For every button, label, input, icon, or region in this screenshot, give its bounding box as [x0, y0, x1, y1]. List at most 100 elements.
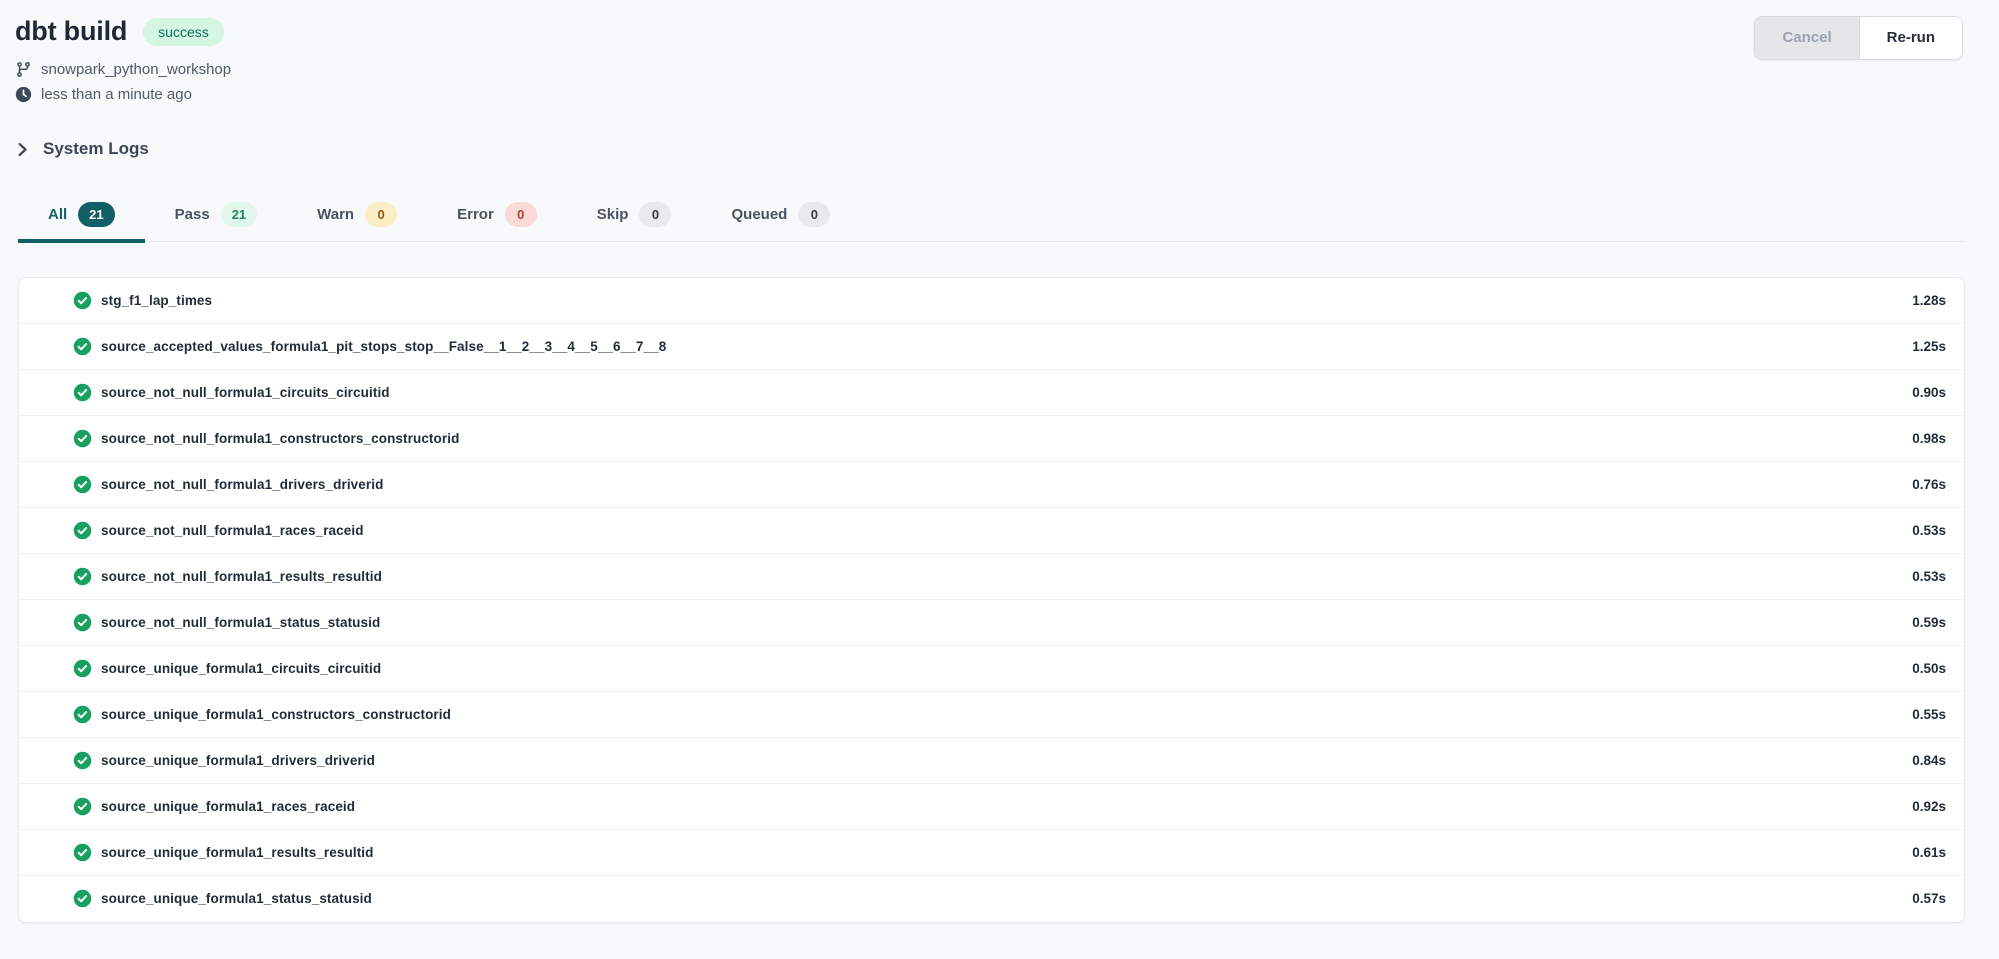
result-row[interactable]: source_unique_formula1_circuits_circuiti…	[19, 646, 1964, 692]
tab-label: Warn	[317, 206, 354, 223]
check-circle-icon	[73, 291, 92, 310]
tab-label: All	[48, 206, 67, 223]
expand-chevron-icon[interactable]	[33, 660, 49, 676]
page-title: dbt build	[15, 16, 127, 47]
result-duration: 0.76s	[1912, 477, 1946, 492]
check-circle-icon	[73, 567, 92, 586]
status-tab[interactable]: Pass 21	[145, 192, 288, 243]
result-row[interactable]: source_unique_formula1_drivers_driverid …	[19, 738, 1964, 784]
system-logs-label: System Logs	[43, 139, 149, 159]
check-circle-icon	[73, 889, 92, 908]
result-row[interactable]: source_not_null_formula1_status_statusid…	[19, 600, 1964, 646]
expand-chevron-icon[interactable]	[33, 798, 49, 814]
result-row[interactable]: source_not_null_formula1_circuits_circui…	[19, 370, 1964, 416]
status-tab[interactable]: Queued 0	[701, 192, 860, 243]
expand-chevron-icon[interactable]	[33, 706, 49, 722]
expand-chevron-icon[interactable]	[33, 614, 49, 630]
result-duration: 0.92s	[1912, 799, 1946, 814]
expand-chevron-icon[interactable]	[33, 522, 49, 538]
status-tab[interactable]: All 21	[18, 192, 145, 243]
result-row[interactable]: source_unique_formula1_results_resultid …	[19, 830, 1964, 876]
result-row[interactable]: stg_f1_lap_times 1.28s	[19, 278, 1964, 324]
result-name: source_accepted_values_formula1_pit_stop…	[101, 339, 666, 354]
result-duration: 0.50s	[1912, 661, 1946, 676]
result-row[interactable]: source_not_null_formula1_drivers_driveri…	[19, 462, 1964, 508]
result-name: source_not_null_formula1_circuits_circui…	[101, 385, 390, 400]
status-tab[interactable]: Warn 0	[287, 192, 427, 243]
tab-label: Skip	[597, 206, 629, 223]
result-name: source_unique_formula1_circuits_circuiti…	[101, 661, 381, 676]
result-name: source_unique_formula1_races_raceid	[101, 799, 355, 814]
result-duration: 0.57s	[1912, 891, 1946, 906]
result-duration: 0.90s	[1912, 385, 1946, 400]
status-tab[interactable]: Skip 0	[567, 192, 702, 243]
check-circle-icon	[73, 383, 92, 402]
check-circle-icon	[73, 843, 92, 862]
check-circle-icon	[73, 521, 92, 540]
tab-count-badge: 0	[798, 202, 830, 227]
expand-chevron-icon[interactable]	[33, 384, 49, 400]
expand-chevron-icon[interactable]	[33, 891, 49, 907]
result-row[interactable]: source_accepted_values_formula1_pit_stop…	[19, 324, 1964, 370]
results-list: stg_f1_lap_times 1.28s source_accepted_v…	[18, 277, 1965, 923]
result-name: source_not_null_formula1_races_raceid	[101, 523, 364, 538]
result-name: source_unique_formula1_results_resultid	[101, 845, 374, 860]
expand-chevron-icon[interactable]	[33, 568, 49, 584]
result-duration: 0.55s	[1912, 707, 1946, 722]
status-badge: success	[143, 18, 224, 46]
result-row[interactable]: source_not_null_formula1_races_raceid 0.…	[19, 508, 1964, 554]
check-circle-icon	[73, 797, 92, 816]
run-time-ago: less than a minute ago	[41, 84, 192, 105]
result-row[interactable]: source_unique_formula1_status_statusid 0…	[19, 876, 1964, 922]
check-circle-icon	[73, 475, 92, 494]
result-row[interactable]: source_not_null_formula1_results_resulti…	[19, 554, 1964, 600]
result-row[interactable]: source_not_null_formula1_constructors_co…	[19, 416, 1964, 462]
expand-chevron-icon[interactable]	[33, 844, 49, 860]
branch-name: snowpark_python_workshop	[41, 59, 231, 80]
tab-label: Queued	[731, 206, 787, 223]
status-tabs: All 21 Pass 21 Warn 0 Error 0 Skip 0 Que…	[18, 192, 1965, 242]
git-branch-icon	[15, 61, 32, 78]
tab-count-badge: 21	[221, 202, 257, 227]
result-name: stg_f1_lap_times	[101, 293, 212, 308]
run-header: dbt build success snowpark_python_worksh…	[0, 0, 1999, 105]
tab-count-badge: 0	[505, 202, 537, 227]
expand-chevron-icon[interactable]	[33, 292, 49, 308]
result-name: source_not_null_formula1_drivers_driveri…	[101, 477, 383, 492]
branch-row: snowpark_python_workshop	[15, 59, 1999, 80]
check-circle-icon	[73, 751, 92, 770]
result-name: source_unique_formula1_status_statusid	[101, 891, 372, 906]
tab-count-badge: 21	[78, 202, 114, 227]
cancel-button[interactable]: Cancel	[1755, 17, 1859, 59]
system-logs-toggle[interactable]: System Logs	[15, 139, 149, 159]
tab-label: Error	[457, 206, 494, 223]
result-duration: 1.28s	[1912, 293, 1946, 308]
expand-chevron-icon[interactable]	[33, 430, 49, 446]
expand-chevron-icon[interactable]	[33, 752, 49, 768]
chevron-right-icon	[15, 142, 30, 157]
result-duration: 0.61s	[1912, 845, 1946, 860]
tab-count-badge: 0	[365, 202, 397, 227]
rerun-button[interactable]: Re-run	[1860, 17, 1962, 59]
check-circle-icon	[73, 337, 92, 356]
result-duration: 0.84s	[1912, 753, 1946, 768]
expand-chevron-icon[interactable]	[33, 476, 49, 492]
result-name: source_not_null_formula1_constructors_co…	[101, 431, 459, 446]
result-duration: 0.59s	[1912, 615, 1946, 630]
tab-label: Pass	[175, 206, 210, 223]
result-duration: 0.98s	[1912, 431, 1946, 446]
result-duration: 0.53s	[1912, 569, 1946, 584]
result-name: source_unique_formula1_drivers_driverid	[101, 753, 375, 768]
expand-chevron-icon[interactable]	[33, 338, 49, 354]
check-circle-icon	[73, 429, 92, 448]
check-circle-icon	[73, 613, 92, 632]
result-duration: 0.53s	[1912, 523, 1946, 538]
status-tab[interactable]: Error 0	[427, 192, 567, 243]
result-row[interactable]: source_unique_formula1_constructors_cons…	[19, 692, 1964, 738]
result-duration: 1.25s	[1912, 339, 1946, 354]
check-circle-icon	[73, 659, 92, 678]
run-actions: Cancel Re-run	[1754, 16, 1963, 60]
result-name: source_not_null_formula1_results_resulti…	[101, 569, 382, 584]
result-row[interactable]: source_unique_formula1_races_raceid 0.92…	[19, 784, 1964, 830]
clock-icon	[15, 86, 32, 103]
